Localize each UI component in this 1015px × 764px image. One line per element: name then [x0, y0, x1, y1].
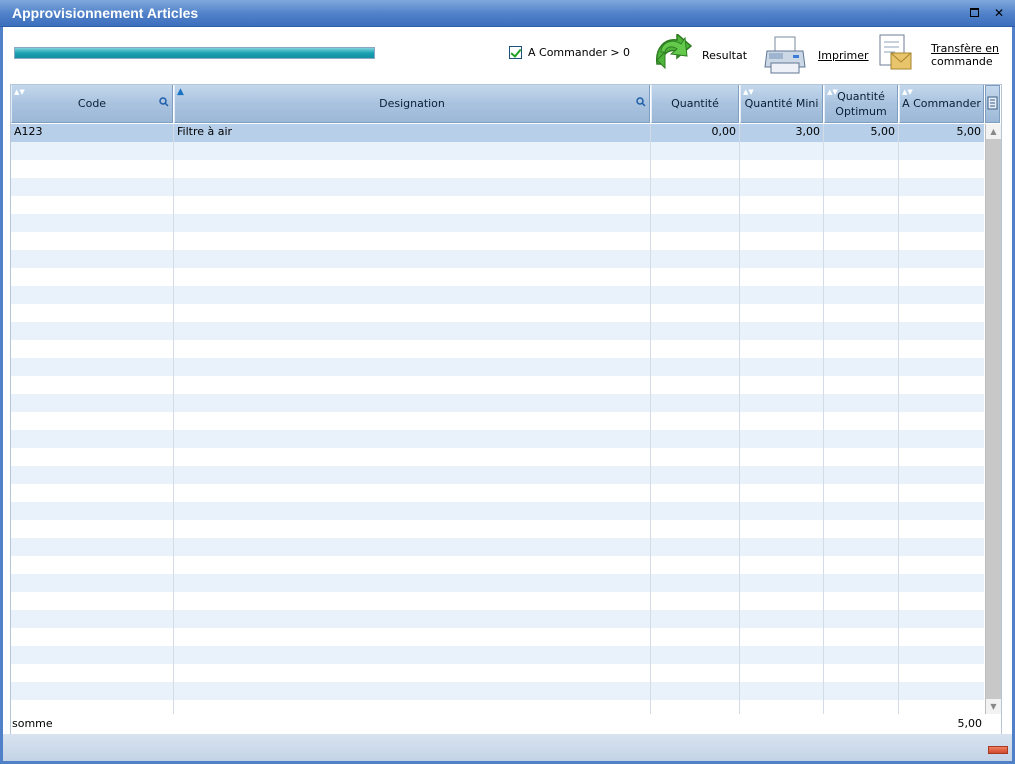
- search-icon[interactable]: [159, 97, 169, 107]
- close-button[interactable]: ✕: [992, 6, 1006, 20]
- table-row[interactable]: [11, 646, 984, 664]
- cell-quantite-optimum[interactable]: 5,00: [824, 124, 898, 142]
- data-grid: ▲▼ Code ▲ Designation Quantité ▲▼ Quanti…: [10, 84, 1002, 736]
- sum-label: somme: [12, 717, 53, 730]
- sort-marker-icon: ▲▼: [14, 88, 25, 96]
- table-row[interactable]: [11, 394, 984, 412]
- table-row[interactable]: [11, 214, 984, 232]
- cell-quantite-mini[interactable]: 3,00: [740, 124, 823, 142]
- column-header-a-commander[interactable]: ▲▼ A Commander: [899, 85, 984, 123]
- table-row[interactable]: [11, 556, 984, 574]
- table-row[interactable]: [11, 304, 984, 322]
- table-row[interactable]: [11, 178, 984, 196]
- column-divider: [173, 124, 174, 714]
- table-row[interactable]: [11, 250, 984, 268]
- table-row[interactable]: [11, 286, 984, 304]
- grid-footer: somme 5,00: [11, 714, 1001, 734]
- table-row[interactable]: [11, 448, 984, 466]
- table-row[interactable]: [11, 340, 984, 358]
- table-row[interactable]: [11, 502, 984, 520]
- table-row[interactable]: [11, 160, 984, 178]
- table-row[interactable]: [11, 358, 984, 376]
- search-icon[interactable]: [636, 97, 646, 107]
- column-header-quantite[interactable]: Quantité: [651, 85, 739, 123]
- green-arrow-icon[interactable]: [651, 34, 693, 76]
- cell-designation[interactable]: Filtre à air: [174, 124, 650, 142]
- column-divider: [650, 124, 651, 714]
- table-row[interactable]: [11, 610, 984, 628]
- cell-code[interactable]: A123: [11, 124, 173, 142]
- printer-icon[interactable]: [763, 35, 807, 77]
- table-row[interactable]: [11, 142, 984, 160]
- sort-ascending-icon: ▲: [177, 87, 184, 97]
- maximize-icon: [969, 8, 979, 17]
- table-row[interactable]: [11, 628, 984, 646]
- resultat-button[interactable]: Resultat: [702, 49, 747, 62]
- filter-checkbox[interactable]: [509, 46, 522, 59]
- column-header-quantite-optimum[interactable]: ▲▼ Quantité Optimum: [824, 85, 898, 123]
- vertical-scrollbar[interactable]: ▲ ▼: [985, 124, 1001, 714]
- table-row[interactable]: [11, 376, 984, 394]
- maximize-button[interactable]: [967, 6, 981, 20]
- filter-checkbox-label[interactable]: A Commander > 0: [528, 46, 630, 59]
- table-row[interactable]: [11, 484, 984, 502]
- table-row[interactable]: [11, 268, 984, 286]
- window-title: Approvisionnement Articles: [12, 5, 199, 21]
- table-row[interactable]: [11, 664, 984, 682]
- sort-marker-icon: ▲▼: [743, 88, 754, 96]
- table-row[interactable]: A123 Filtre à air 0,00 3,00 5,00 5,00: [11, 124, 984, 142]
- imprimer-button[interactable]: Imprimer: [818, 49, 869, 62]
- column-header-quantite-mini[interactable]: ▲▼ Quantité Mini: [740, 85, 823, 123]
- transfer-document-icon[interactable]: [877, 33, 915, 73]
- status-bar: [3, 734, 1012, 761]
- progress-bar: [14, 47, 375, 59]
- column-chooser-button[interactable]: [985, 85, 1000, 123]
- scroll-down-icon[interactable]: ▼: [986, 699, 1001, 714]
- column-divider: [823, 124, 824, 714]
- table-row[interactable]: [11, 682, 984, 700]
- table-row[interactable]: [11, 520, 984, 538]
- column-chooser-icon: [987, 96, 998, 110]
- column-header-designation[interactable]: ▲ Designation: [174, 85, 650, 123]
- status-indicator: [988, 746, 1008, 754]
- table-row[interactable]: [11, 466, 984, 484]
- column-divider: [739, 124, 740, 714]
- column-header-code[interactable]: ▲▼ Code: [11, 85, 173, 123]
- table-row[interactable]: [11, 322, 984, 340]
- table-row[interactable]: [11, 538, 984, 556]
- table-row[interactable]: [11, 196, 984, 214]
- table-row[interactable]: [11, 232, 984, 250]
- cell-a-commander[interactable]: 5,00: [899, 124, 984, 142]
- scroll-up-icon[interactable]: ▲: [986, 124, 1001, 139]
- title-bar: Approvisionnement Articles ✕: [0, 0, 1015, 27]
- table-row[interactable]: [11, 430, 984, 448]
- table-row[interactable]: [11, 592, 984, 610]
- close-icon: ✕: [993, 6, 1005, 20]
- sort-marker-icon: ▲▼: [902, 88, 913, 96]
- grid-body: A123 Filtre à air 0,00 3,00 5,00 5,00: [11, 124, 984, 714]
- transfer-button[interactable]: Transfère en commande: [931, 42, 999, 68]
- table-row[interactable]: [11, 574, 984, 592]
- sum-total: 5,00: [957, 717, 983, 730]
- sort-marker-icon: ▲▼: [827, 88, 838, 96]
- cell-quantite[interactable]: 0,00: [651, 124, 739, 142]
- column-divider: [898, 124, 899, 714]
- table-row[interactable]: [11, 412, 984, 430]
